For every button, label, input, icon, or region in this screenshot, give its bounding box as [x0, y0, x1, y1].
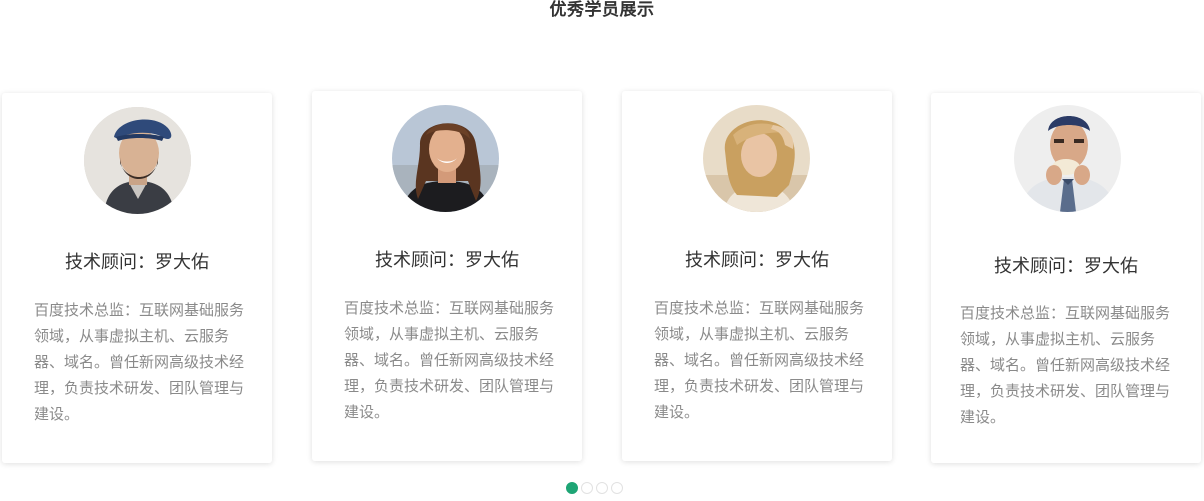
student-card: 技术顾问：罗大佑 百度技术总监：互联网基础服务领域，从事虚拟主机、云服务器、域名… — [312, 91, 582, 461]
carousel-dot-4[interactable] — [611, 482, 623, 494]
section-title: 优秀学员展示 — [549, 0, 655, 20]
carousel-dot-2[interactable] — [581, 482, 593, 494]
card-description: 百度技术总监：互联网基础服务领域，从事虚拟主机、云服务器、域名。曾任新网高级技术… — [34, 301, 245, 423]
student-card: 技术顾问：罗大佑 百度技术总监：互联网基础服务领域，从事虚拟主机、云服务器、域名… — [622, 91, 892, 461]
student-card: 技术顾问：罗大佑 百度技术总监：互联网基础服务领域，从事虚拟主机、云服务器、域名… — [2, 93, 272, 463]
card-name: 技术顾问：罗大佑 — [685, 250, 829, 271]
card-description: 百度技术总监：互联网基础服务领域，从事虚拟主机、云服务器、域名。曾任新网高级技术… — [960, 304, 1171, 426]
card-name: 技术顾问：罗大佑 — [375, 250, 519, 271]
student-card: 技术顾问：罗大佑 百度技术总监：互联网基础服务领域，从事虚拟主机、云服务器、域名… — [931, 93, 1201, 463]
carousel-pagination — [566, 482, 623, 494]
avatar — [84, 107, 191, 214]
card-description: 百度技术总监：互联网基础服务领域，从事虚拟主机、云服务器、域名。曾任新网高级技术… — [654, 299, 865, 421]
card-description: 百度技术总监：互联网基础服务领域，从事虚拟主机、云服务器、域名。曾任新网高级技术… — [344, 299, 555, 421]
card-name: 技术顾问：罗大佑 — [65, 252, 209, 273]
student-showcase-section: 优秀学员展示 技术顾问：罗大佑 百度技术总监：互联网基础服务领域，从事虚拟主机、… — [0, 0, 1204, 501]
avatar — [703, 105, 810, 212]
avatar — [392, 105, 499, 212]
avatar — [1014, 105, 1121, 212]
carousel-dot-1[interactable] — [566, 482, 578, 494]
card-name: 技术顾问：罗大佑 — [994, 256, 1138, 277]
carousel-dot-3[interactable] — [596, 482, 608, 494]
